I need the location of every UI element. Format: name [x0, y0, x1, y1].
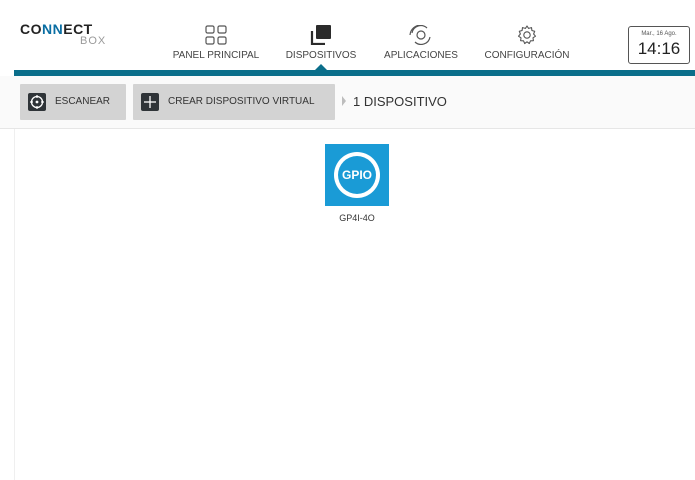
crosshair-icon [30, 95, 44, 109]
connectbox-logo: CONNECT BOX [20, 22, 120, 52]
nav-configuracion[interactable]: CONFIGURACIÓN [478, 0, 576, 70]
date-time-widget: Mar., 16 Ago. 14:16 [628, 26, 690, 64]
nav-label-panel-principal: PANEL PRINCIPAL [172, 50, 260, 61]
grid-icon [205, 25, 227, 45]
device-name: GP4I-4O [339, 213, 375, 223]
logo-text-main: CONNECT [20, 22, 93, 36]
create-virtual-device-button[interactable]: CREAR DISPOSITIVO VIRTUAL [133, 84, 335, 120]
nav-label-aplicaciones: APLICACIONES [384, 50, 458, 61]
plus-icon-box [141, 93, 159, 111]
gpio-badge-ring: GPIO [334, 152, 380, 198]
devices-toolbar: ESCANEAR CREAR DISPOSITIVO VIRTUAL 1 DIS… [0, 76, 695, 129]
logo-text-sub: BOX [80, 35, 107, 47]
device-count: 1 DISPOSITIVO [353, 94, 447, 109]
gpio-icon: GPIO [338, 156, 376, 194]
nav-dispositivos[interactable]: DISPOSITIVOS [278, 0, 364, 71]
breadcrumb-arrow-icon [342, 96, 346, 106]
clock-time: 14:16 [637, 39, 681, 58]
nav-panel-principal[interactable]: PANEL PRINCIPAL [168, 0, 264, 70]
clock-date: Mar., 16 Ago. [641, 31, 677, 37]
plus-icon [144, 96, 156, 108]
left-edge-strip [0, 129, 15, 480]
nav-label-dispositivos: DISPOSITIVOS [285, 50, 357, 61]
scan-icon-box [28, 93, 46, 111]
devices-content-area: GPIO GP4I-4O [0, 129, 695, 480]
device-tile[interactable]: GPIO GP4I-4O [325, 144, 389, 229]
scan-button[interactable]: ESCANEAR [20, 84, 126, 120]
devices-icon [310, 25, 331, 45]
create-virtual-device-label: CREAR DISPOSITIVO VIRTUAL [168, 96, 315, 107]
logo-part-b: NN [42, 21, 64, 37]
gear-icon [517, 25, 537, 45]
app-window: CONNECT BOX PANEL PRINCIPAL DISPOSITIVOS [0, 0, 695, 480]
logo-part-a: CO [20, 21, 42, 37]
nav-aplicaciones[interactable]: APLICACIONES [376, 0, 466, 70]
scan-button-label: ESCANEAR [55, 96, 111, 107]
nav-label-configuracion: CONFIGURACIÓN [484, 50, 570, 61]
device-icon-square: GPIO [325, 144, 389, 206]
top-header: CONNECT BOX PANEL PRINCIPAL DISPOSITIVOS [0, 0, 695, 71]
apps-icon [409, 25, 431, 45]
